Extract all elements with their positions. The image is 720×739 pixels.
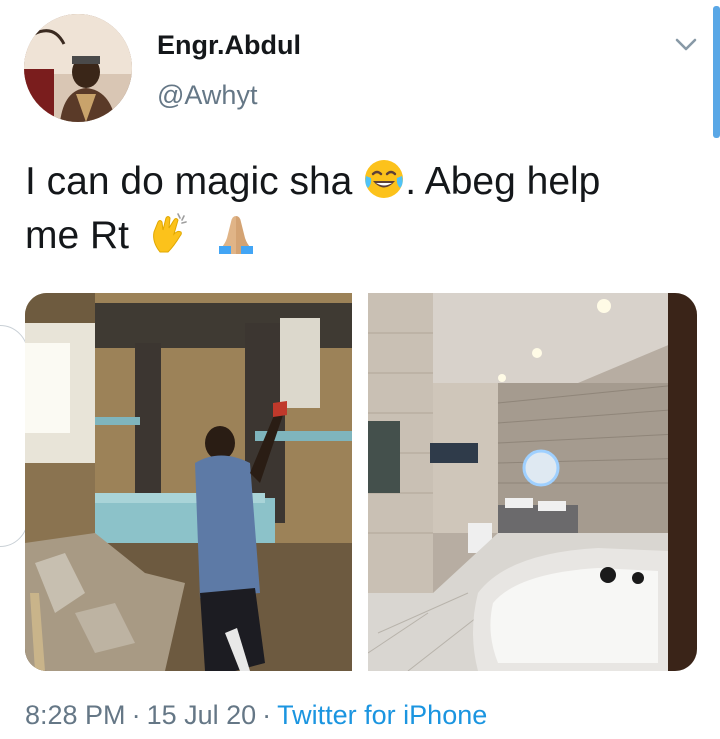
tweet-source-link[interactable]: Twitter for iPhone	[277, 700, 487, 730]
author-display-name[interactable]: Engr.Abdul	[157, 30, 301, 61]
meta-separator: ·	[131, 700, 141, 730]
meta-separator-2: ·	[262, 700, 272, 730]
avatar[interactable]	[24, 14, 132, 122]
tweet-time[interactable]: 8:28 PM	[25, 700, 126, 730]
scrollbar[interactable]	[713, 6, 720, 138]
tweet-text-part1: I can do magic sha	[25, 160, 353, 203]
tweet-media[interactable]	[25, 293, 697, 671]
face-with-tears-of-joy-icon	[363, 158, 405, 200]
tweet-meta: 8:28 PM · 15 Jul 20 · Twitter for iPhone	[25, 700, 487, 731]
bathroom-after-photo[interactable]	[368, 293, 697, 671]
tweet-text: I can do magic sha . Abeg help me Rt	[25, 155, 705, 263]
tweet-text-part2: . Abeg help	[405, 160, 601, 203]
bathroom-before-photo[interactable]	[25, 293, 352, 671]
folded-hands-icon	[215, 212, 257, 254]
chevron-down-icon[interactable]	[672, 30, 700, 58]
author-handle[interactable]: @Awhyt	[157, 80, 257, 111]
clapping-hands-icon	[148, 212, 190, 254]
tweet-text-part3: me Rt	[25, 214, 130, 257]
tweet-date[interactable]: 15 Jul 20	[147, 700, 257, 730]
previous-tweet-edge	[0, 325, 28, 547]
